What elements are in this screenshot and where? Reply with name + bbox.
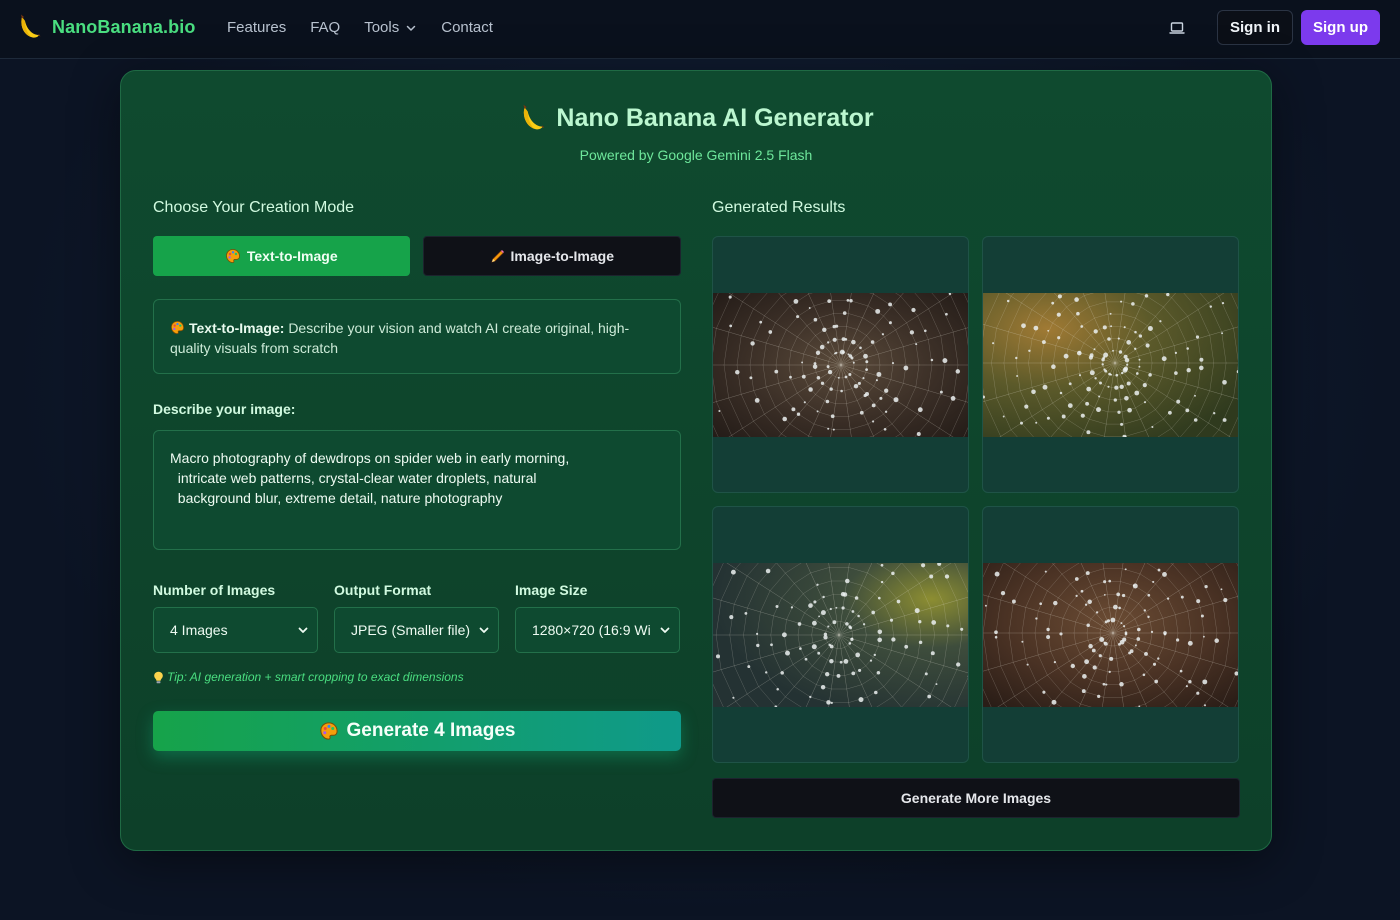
- nav-link-features[interactable]: Features: [227, 19, 286, 36]
- sign-up-button[interactable]: Sign up: [1301, 10, 1380, 45]
- palette-icon: [319, 722, 338, 740]
- result-image-4[interactable]: [982, 506, 1239, 763]
- result-image-3[interactable]: [712, 506, 969, 763]
- chevron-down-icon: [479, 627, 489, 633]
- image-size-select[interactable]: 1280×720 (16:9 Wi: [515, 607, 680, 653]
- generator-card: Nano Banana AI Generator Powered by Goog…: [120, 70, 1272, 851]
- spider-web-image: [983, 563, 1238, 707]
- top-navbar: NanoBanana.bio Features FAQ Tools Contac…: [0, 0, 1400, 59]
- mode-info-box: Text-to-Image: Describe your vision and …: [153, 299, 681, 374]
- chevron-down-icon: [407, 25, 416, 31]
- option-label: Image Size: [515, 582, 588, 598]
- prompt-label: Describe your image:: [153, 401, 296, 417]
- nav-link-label: FAQ: [310, 19, 341, 36]
- spider-web-image: [713, 563, 968, 707]
- options-row: Number of Images 4 Images Output Format …: [153, 582, 681, 653]
- banana-icon: [523, 104, 545, 130]
- pencil-icon: [490, 249, 504, 263]
- tab-label: Text-to-Image: [246, 248, 338, 264]
- nav-link-label: Tools: [364, 19, 400, 36]
- banana-logo-icon: [21, 14, 41, 38]
- page-title: Nano Banana AI Generator: [556, 103, 874, 132]
- lightbulb-icon: [154, 671, 163, 683]
- palette-icon: [171, 321, 184, 334]
- option-count: Number of Images 4 Images: [153, 582, 318, 653]
- spider-web-image: [983, 293, 1238, 437]
- option-format: Output Format JPEG (Smaller file): [334, 582, 499, 653]
- sign-in-button[interactable]: Sign in: [1217, 10, 1293, 45]
- nav-link-label: Features: [227, 19, 287, 36]
- results-label: Generated Results: [712, 199, 846, 216]
- nav-links: Features FAQ Tools Contact: [227, 19, 517, 36]
- result-image-2[interactable]: [982, 236, 1239, 493]
- results-panel: Generated Results Generate More Images: [712, 199, 1240, 818]
- generate-label: Generate 4 Images: [346, 720, 516, 741]
- nav-link-label: Contact: [441, 19, 493, 36]
- select-value: 1280×720 (16:9 Wi: [532, 622, 651, 638]
- tip-label: Tip: AI generation + smart cropping to e…: [167, 670, 464, 684]
- image-count-select[interactable]: 4 Images: [153, 607, 318, 653]
- option-label: Number of Images: [153, 582, 276, 598]
- result-image-1[interactable]: [712, 236, 969, 493]
- tab-label: Image-to-Image: [510, 248, 614, 264]
- results-grid: [712, 236, 1240, 763]
- mode-tabs: Text-to-Image Image-to-Image: [153, 236, 681, 276]
- brand-link[interactable]: NanoBanana.bio: [16, 13, 195, 41]
- option-size: Image Size 1280×720 (16:9 Wi: [515, 582, 680, 653]
- tab-image-to-image[interactable]: Image-to-Image: [422, 236, 681, 276]
- nav-actions: Sign in Sign up: [1159, 10, 1380, 45]
- select-value: JPEG (Smaller file): [351, 622, 471, 638]
- theme-toggle-button[interactable]: [1159, 11, 1195, 45]
- info-title: Text-to-Image:: [189, 320, 285, 336]
- mode-section-label: Choose Your Creation Mode: [153, 199, 355, 216]
- chevron-down-icon: [660, 627, 670, 633]
- tab-text-to-image[interactable]: Text-to-Image: [153, 236, 410, 276]
- output-format-select[interactable]: JPEG (Smaller file): [334, 607, 499, 653]
- select-value: 4 Images: [170, 622, 228, 638]
- nav-link-tools[interactable]: Tools: [364, 19, 417, 36]
- generate-button[interactable]: Generate 4 Images: [153, 711, 681, 751]
- page-subtitle: Powered by Google Gemini 2.5 Flash: [579, 147, 813, 163]
- spider-web-image: [713, 293, 968, 437]
- option-label: Output Format: [334, 582, 432, 598]
- nav-link-faq[interactable]: FAQ: [310, 19, 340, 36]
- nav-link-contact[interactable]: Contact: [441, 19, 493, 36]
- laptop-icon: [1169, 21, 1185, 34]
- tip-text: Tip: AI generation + smart cropping to e…: [153, 670, 464, 684]
- generate-more-button[interactable]: Generate More Images: [712, 778, 1240, 818]
- creation-panel: Choose Your Creation Mode Text-to-Image: [153, 199, 681, 751]
- palette-icon: [225, 249, 240, 263]
- generator-title-row: Nano Banana AI Generator: [121, 103, 1271, 133]
- prompt-textarea[interactable]: Macro photography of dewdrops on spider …: [153, 430, 681, 550]
- chevron-down-icon: [298, 627, 308, 633]
- brand-name: NanoBanana.bio: [52, 16, 196, 37]
